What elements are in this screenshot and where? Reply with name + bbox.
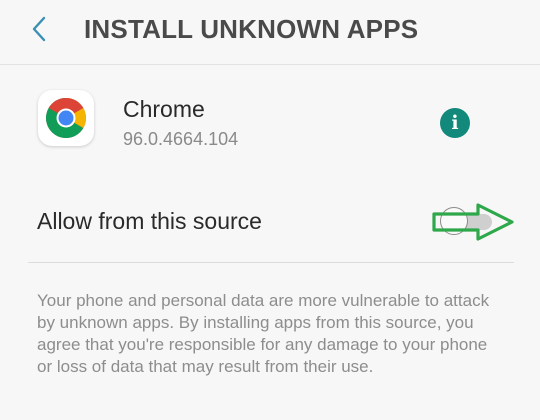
- divider: [28, 262, 514, 263]
- page-title: INSTALL UNKNOWN APPS: [84, 14, 419, 44]
- chrome-logo-icon: [38, 90, 94, 146]
- install-unknown-apps-screen: INSTALL UNKNOWN APPS Chrome 96.0.4664.10…: [0, 0, 540, 420]
- app-name: Chrome: [123, 96, 205, 122]
- allow-from-source-toggle[interactable]: [440, 206, 494, 236]
- allow-from-source-row[interactable]: Allow from this source: [0, 190, 540, 260]
- app-version: 96.0.4664.104: [123, 129, 239, 149]
- info-icon[interactable]: i: [440, 108, 470, 138]
- allow-from-source-label: Allow from this source: [37, 208, 262, 234]
- chevron-left-icon: [32, 16, 46, 42]
- app-info-row: Chrome 96.0.4664.104 i: [0, 76, 540, 166]
- app-bar: INSTALL UNKNOWN APPS: [0, 0, 540, 65]
- back-button[interactable]: [24, 12, 58, 46]
- security-warning-text: Your phone and personal data are more vu…: [37, 291, 490, 376]
- toggle-thumb: [440, 207, 468, 235]
